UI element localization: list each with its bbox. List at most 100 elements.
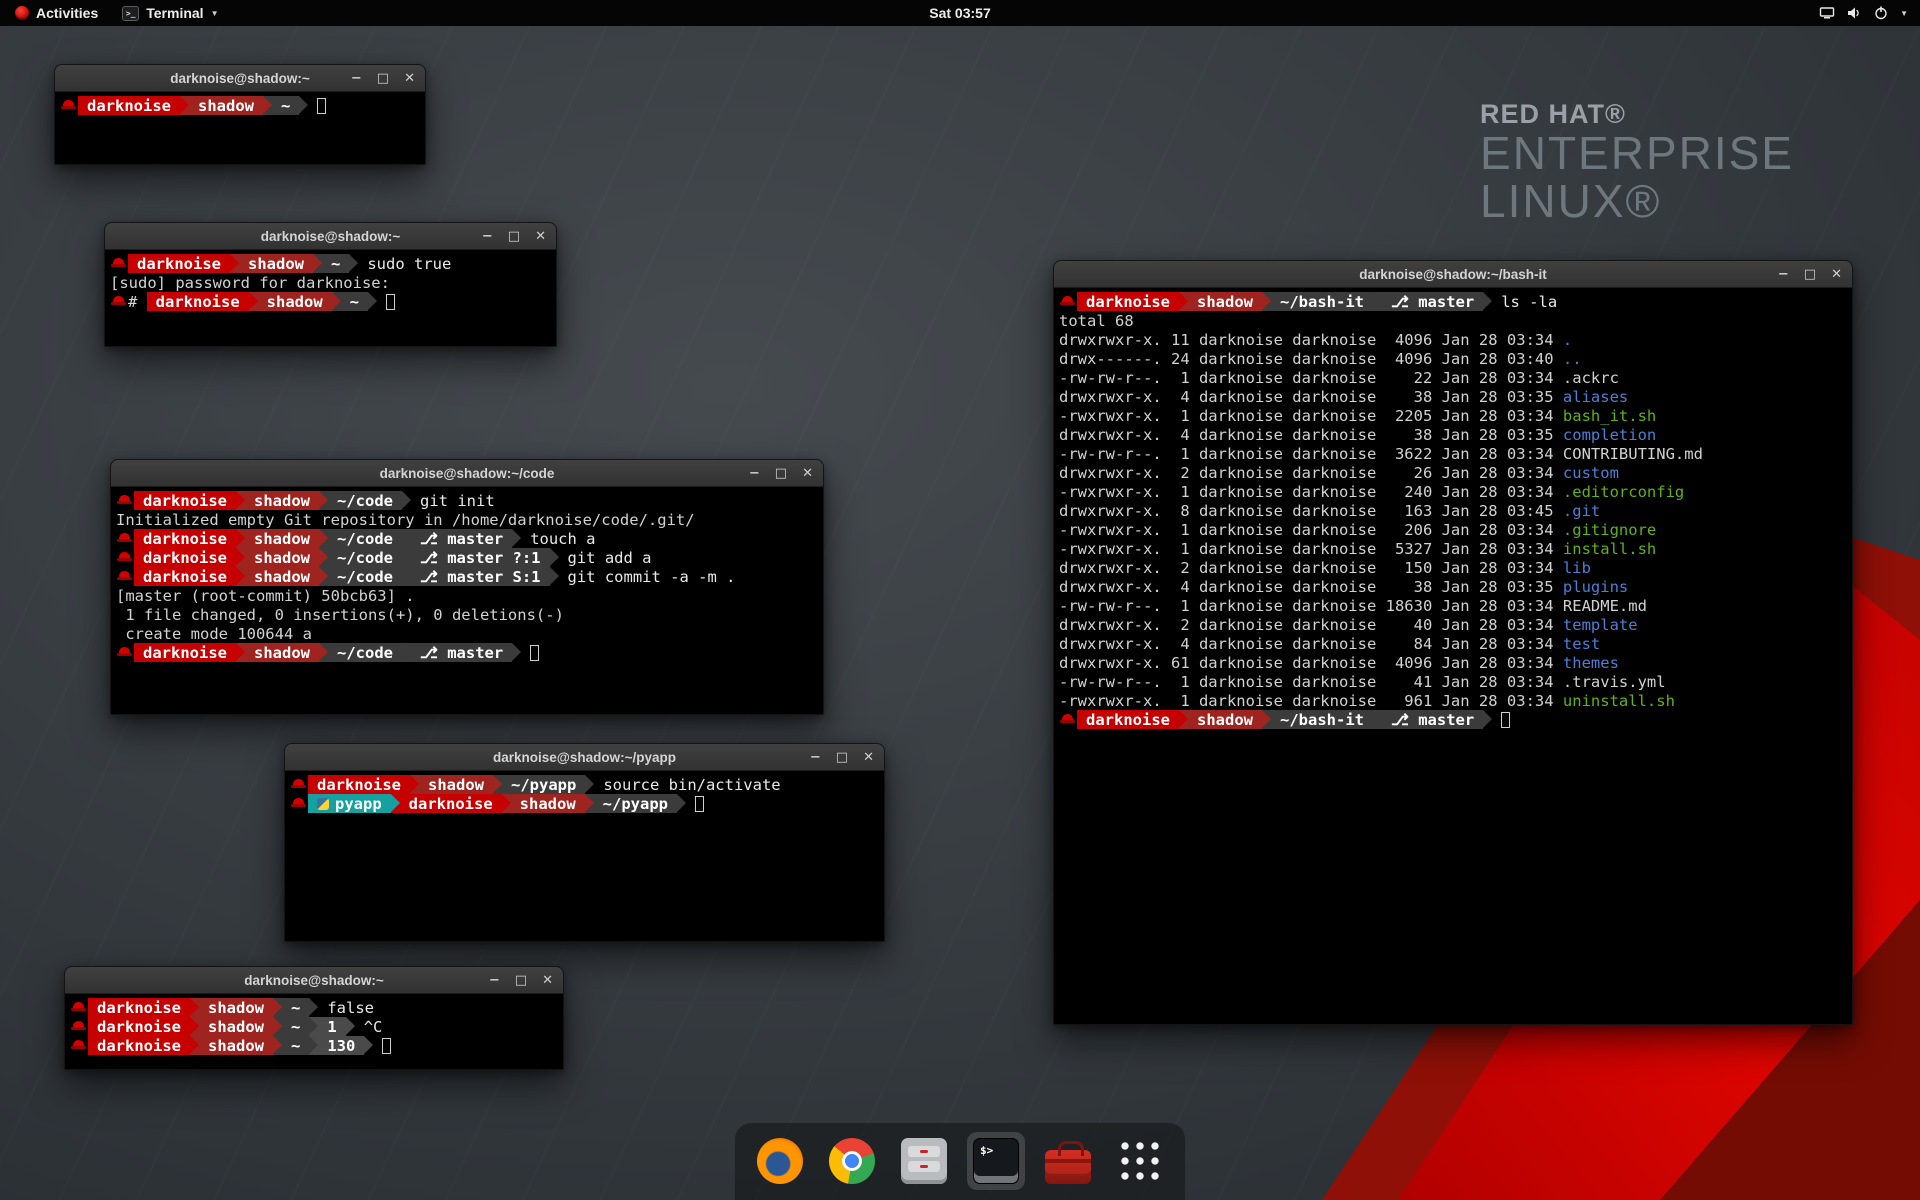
prompt-segment-path: ~ <box>341 292 368 311</box>
maximize-button[interactable]: □ <box>836 751 848 764</box>
close-button[interactable]: ✕ <box>404 72 415 85</box>
prompt-segment-user: darknoise <box>308 775 410 794</box>
titlebar[interactable]: darknoise@shadow:~/code − □ ✕ <box>111 460 823 487</box>
prompt-line: darknoiseshadow~/pyappsource bin/activat… <box>290 775 879 794</box>
minimize-button[interactable]: − <box>749 467 760 480</box>
titlebar[interactable]: darknoise@shadow:~ − □ ✕ <box>105 223 556 250</box>
terminal-content[interactable]: darknoiseshadow~/pyappsource bin/activat… <box>285 771 884 817</box>
brand-redhat-text: RED HAT® <box>1480 100 1794 129</box>
command-text: ls -la <box>1492 293 1557 311</box>
powerline-arrow-shape <box>349 254 358 272</box>
powerline-arrow-icon <box>273 998 282 1017</box>
dock-item-toolbox[interactable] <box>1039 1132 1097 1190</box>
minimize-button[interactable]: − <box>810 751 821 764</box>
file-name: .. <box>1563 350 1582 368</box>
prompt-segment-host: shadow <box>245 491 319 510</box>
minimize-button[interactable]: − <box>489 974 500 987</box>
window-title: darknoise@shadow:~/bash-it <box>1359 267 1547 282</box>
dock-item-terminal[interactable]: $> <box>967 1132 1025 1190</box>
prompt-segment-user: darknoise <box>1077 710 1179 729</box>
activities-button[interactable]: Activities <box>6 0 107 26</box>
command-text: git commit -a -m . <box>559 568 736 586</box>
titlebar[interactable]: darknoise@shadow:~ − □ ✕ <box>65 967 563 994</box>
output-line: drwxrwxr-x. 8 darknoise darknoise 163 Ja… <box>1059 501 1847 520</box>
dock-item-firefox[interactable] <box>751 1132 809 1190</box>
close-button[interactable]: ✕ <box>863 751 874 764</box>
redhat-prompt-icon <box>116 548 134 567</box>
powerline-arrow-shape <box>236 567 245 585</box>
output-text: create mode 100644 a <box>116 625 312 643</box>
segment-text: darknoise <box>97 1018 181 1036</box>
prompt-line: darknoiseshadow~/code⎇ master ?:1git add… <box>116 548 818 567</box>
titlebar[interactable]: darknoise@shadow:~ − □ ✕ <box>55 65 425 92</box>
powerline-arrow-icon <box>332 292 341 311</box>
chevron-down-icon: ▼ <box>1900 9 1908 18</box>
prompt-segment-user: darknoise <box>128 254 230 273</box>
output-line: Initialized empty Git repository in /hom… <box>116 510 818 529</box>
app-menu[interactable]: >_ Terminal ▼ <box>113 0 227 26</box>
powerline-arrow-shape <box>319 529 328 547</box>
maximize-button[interactable]: □ <box>775 467 787 480</box>
terminal-content[interactable]: darknoiseshadow~ <box>55 92 425 119</box>
file-name: .ackrc <box>1563 369 1619 387</box>
system-tray[interactable]: ▼ <box>1811 0 1916 26</box>
prompt-segment-user: darknoise <box>147 292 249 311</box>
output-text: drwxrwxr-x. 2 darknoise darknoise 40 Jan… <box>1059 616 1563 634</box>
clock[interactable]: Sat 03:57 <box>929 5 990 21</box>
prompt-segment-path: ~/pyapp <box>594 794 677 813</box>
terminal-content[interactable]: darknoiseshadow~/codegit initInitialized… <box>111 487 823 666</box>
terminal-window-bashit[interactable]: darknoise@shadow:~/bash-it − □ ✕ darknoi… <box>1053 260 1853 1025</box>
powerline-arrow-icon <box>309 998 318 1017</box>
file-name: plugins <box>1563 578 1628 596</box>
powerline-arrow-shape <box>550 567 559 585</box>
close-button[interactable]: ✕ <box>802 467 813 480</box>
segment-text: shadow <box>198 97 254 115</box>
file-name: . <box>1563 331 1572 349</box>
terminal-window-pyapp[interactable]: darknoise@shadow:~/pyapp − □ ✕ darknoise… <box>284 743 885 942</box>
terminal-content[interactable]: darknoiseshadow~falsedarknoiseshadow~1^C… <box>65 994 563 1059</box>
prompt-segment-user: darknoise <box>134 567 236 586</box>
powerline-arrow-icon <box>364 1036 373 1055</box>
dock-item-chrome[interactable] <box>823 1132 881 1190</box>
powerline-arrow-shape <box>391 794 400 812</box>
output-line: -rw-rw-r--. 1 darknoise darknoise 41 Jan… <box>1059 672 1847 691</box>
close-button[interactable]: ✕ <box>1831 268 1842 281</box>
powerline-arrow-icon <box>319 567 328 586</box>
segment-text: ~/code <box>337 549 393 567</box>
powerline-arrow-shape <box>368 292 377 310</box>
command-text: ^C <box>355 1018 383 1036</box>
file-name: bash_it.sh <box>1563 407 1656 425</box>
powerline-arrow-icon <box>273 1036 282 1055</box>
terminal-window-code[interactable]: darknoise@shadow:~/code − □ ✕ darknoise s… <box>110 459 824 715</box>
maximize-button[interactable]: □ <box>515 974 527 987</box>
terminal-content[interactable]: darknoiseshadow~/bash-it⎇ masterls -lato… <box>1054 288 1852 733</box>
terminal-icon: $> <box>973 1138 1019 1184</box>
minimize-button[interactable]: − <box>1778 268 1789 281</box>
close-button[interactable]: ✕ <box>542 974 553 987</box>
powerline-arrow-icon <box>512 643 521 662</box>
prompt-line: # darknoiseshadow~ <box>110 292 551 311</box>
segment-text: shadow <box>254 530 310 548</box>
prompt-segment-git: ⎇ master <box>411 643 512 662</box>
prompt-segment-git: ⎇ master ?:1 <box>411 548 550 567</box>
terminal-window-home-1[interactable]: darknoise@shadow:~ − □ ✕ darknoise shadow… <box>54 64 426 165</box>
minimize-button[interactable]: − <box>482 230 493 243</box>
terminal-content[interactable]: darknoiseshadow~sudo true[sudo] password… <box>105 250 556 315</box>
maximize-button[interactable]: □ <box>508 230 520 243</box>
output-line: drwxrwxr-x. 61 darknoise darknoise 4096 … <box>1059 653 1847 672</box>
close-button[interactable]: ✕ <box>535 230 546 243</box>
segment-text: ~/bash-it <box>1280 293 1364 311</box>
maximize-button[interactable]: □ <box>1804 268 1816 281</box>
terminal-window-exitcodes[interactable]: darknoise@shadow:~ − □ ✕ darknoiseshadow… <box>64 966 564 1070</box>
terminal-window-sudo[interactable]: darknoise@shadow:~ − □ ✕ darknoiseshadow… <box>104 222 557 347</box>
window-title: darknoise@shadow:~/pyapp <box>493 750 676 765</box>
maximize-button[interactable]: □ <box>377 72 389 85</box>
output-text: [master (root-commit) 50bcb63] . <box>116 587 415 605</box>
minimize-button[interactable]: − <box>351 72 362 85</box>
dock-item-show-apps[interactable] <box>1111 1132 1169 1190</box>
titlebar[interactable]: darknoise@shadow:~/bash-it − □ ✕ <box>1054 261 1852 288</box>
segment-text: darknoise <box>87 97 171 115</box>
segment-text: darknoise <box>409 795 493 813</box>
dock-item-files[interactable] <box>895 1132 953 1190</box>
titlebar[interactable]: darknoise@shadow:~/pyapp − □ ✕ <box>285 744 884 771</box>
